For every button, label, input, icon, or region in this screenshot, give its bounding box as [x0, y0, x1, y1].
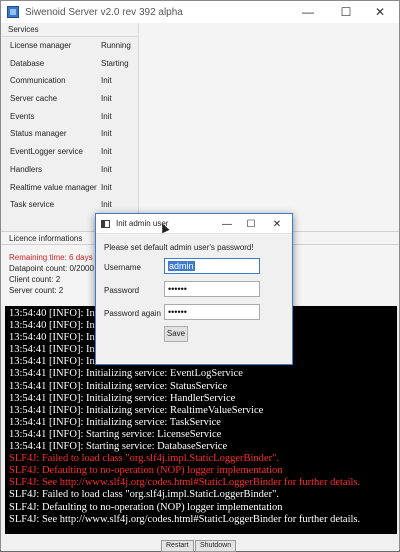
console-line: 13:54:41 [INFO]: Starting service: Datab…: [9, 441, 228, 453]
licence-server-count: Server count: 2: [9, 286, 64, 295]
service-row[interactable]: Database Starting: [1, 55, 137, 73]
password-field[interactable]: ••••••: [164, 281, 260, 297]
service-name: License manager: [10, 41, 72, 50]
detail-pane: [138, 23, 399, 231]
service-state: Init: [101, 200, 112, 210]
bottom-bar: Restart Shutdown: [1, 534, 399, 552]
init-admin-dialog: Init admin user — ☐ ✕ Please set default…: [95, 213, 293, 365]
service-state: Starting: [101, 58, 129, 68]
dialog-maximize-button[interactable]: ☐: [240, 214, 262, 234]
service-state: Init: [101, 182, 112, 192]
service-state: Running: [101, 41, 131, 50]
service-name: Events: [10, 111, 35, 121]
service-row[interactable]: Server cache Init: [1, 90, 137, 108]
service-row[interactable]: License manager Running: [1, 37, 137, 55]
services-list: License manager Running Database Starting Co…: [1, 37, 137, 214]
console-error-line: SLF4J: See http://www.slf4j.org/codes.ht…: [9, 477, 361, 489]
minimize-button[interactable]: —: [293, 1, 323, 23]
username-field[interactable]: admin: [164, 258, 260, 274]
app-icon: [7, 6, 19, 18]
service-name: Communication: [10, 76, 66, 86]
service-state: Init: [101, 94, 112, 104]
service-name: EventLogger service: [10, 147, 83, 157]
service-row[interactable]: EventLogger service Init: [1, 143, 137, 161]
window-title: Siwenoid Server v2.0 rev 392 alpha: [25, 6, 183, 18]
service-row[interactable]: Handlers Init: [1, 161, 137, 179]
service-row[interactable]: Realtime value manager Init: [1, 179, 137, 197]
console-error-line: SLF4J: Failed to load class "org.slf4j.i…: [9, 453, 279, 465]
console-line: SLF4J: Failed to load class "org.slf4j.i…: [9, 489, 279, 501]
console-line: 13:54:41 [INFO]: Initializing service: T…: [9, 416, 221, 428]
service-name: Status manager: [10, 129, 67, 139]
console-error-line: SLF4J: Defaulting to no-operation (NOP) …: [9, 465, 283, 477]
licence-client-count: Client count: 2: [9, 275, 61, 284]
title-bar[interactable]: Siwenoid Server v2.0 rev 392 alpha — ☐ ✕: [1, 1, 399, 23]
console-line: SLF4J: Defaulting to no-operation (NOP) …: [9, 501, 283, 513]
dialog-minimize-button[interactable]: —: [216, 214, 238, 234]
console-line: 13:54:41 [INFO]: Initializing service: H…: [9, 392, 236, 404]
console-line: SLF4J: See http://www.slf4j.org/codes.ht…: [9, 513, 361, 525]
services-header: Services: [1, 23, 137, 37]
service-row[interactable]: Events Init: [1, 108, 137, 126]
dialog-prompt: Please set default admin user's password…: [104, 243, 254, 252]
console-line: 13:54:41 [INFO]: Starting service: Licen…: [9, 428, 222, 440]
licence-datapoint-count: Datapoint count: 0/2000: [9, 264, 94, 273]
service-state: Init: [101, 76, 112, 86]
service-name: Realtime value manager: [10, 182, 97, 192]
password-label: Password: [104, 286, 140, 295]
service-row[interactable]: Communication Init: [1, 72, 137, 90]
console-line: 13:54:41 [INFO]: Initializing service: S…: [9, 380, 228, 392]
username-label: Username: [104, 263, 141, 272]
service-state: Init: [101, 164, 112, 174]
service-name: Server cache: [10, 94, 58, 104]
service-state: Init: [101, 111, 112, 121]
restart-button[interactable]: Restart: [161, 540, 194, 552]
service-state: Init: [101, 129, 112, 139]
service-name: Handlers: [10, 164, 43, 174]
password-again-field[interactable]: ••••••: [164, 304, 260, 320]
service-row[interactable]: Status manager Init: [1, 125, 137, 143]
services-panel: Services License manager Running Database S…: [1, 23, 137, 231]
service-state: Init: [101, 147, 112, 157]
service-name: Task service: [10, 200, 55, 210]
main-window: Siwenoid Server v2.0 rev 392 alpha — ☐ ✕…: [0, 0, 400, 552]
password-again-label: Password again: [104, 309, 161, 318]
dialog-close-button[interactable]: ✕: [266, 214, 288, 234]
dialog-window-icon: [101, 219, 110, 228]
maximize-button[interactable]: ☐: [331, 1, 361, 23]
service-name: Database: [10, 58, 45, 68]
console-line: 13:54:41 [INFO]: Initializing service: R…: [9, 404, 264, 416]
service-row[interactable]: Task service Init: [1, 196, 137, 214]
close-button[interactable]: ✕: [365, 1, 395, 23]
save-button[interactable]: Save: [164, 326, 188, 342]
dialog-title-bar[interactable]: Init admin user — ☐ ✕: [96, 214, 292, 234]
shutdown-button[interactable]: Shutdown: [195, 540, 237, 552]
username-value: admin: [168, 261, 195, 271]
console-line: 13:54:41 [INFO]: Initializing service: E…: [9, 368, 243, 380]
licence-remaining-time: Remaining time: 6 days 2: [9, 253, 100, 262]
